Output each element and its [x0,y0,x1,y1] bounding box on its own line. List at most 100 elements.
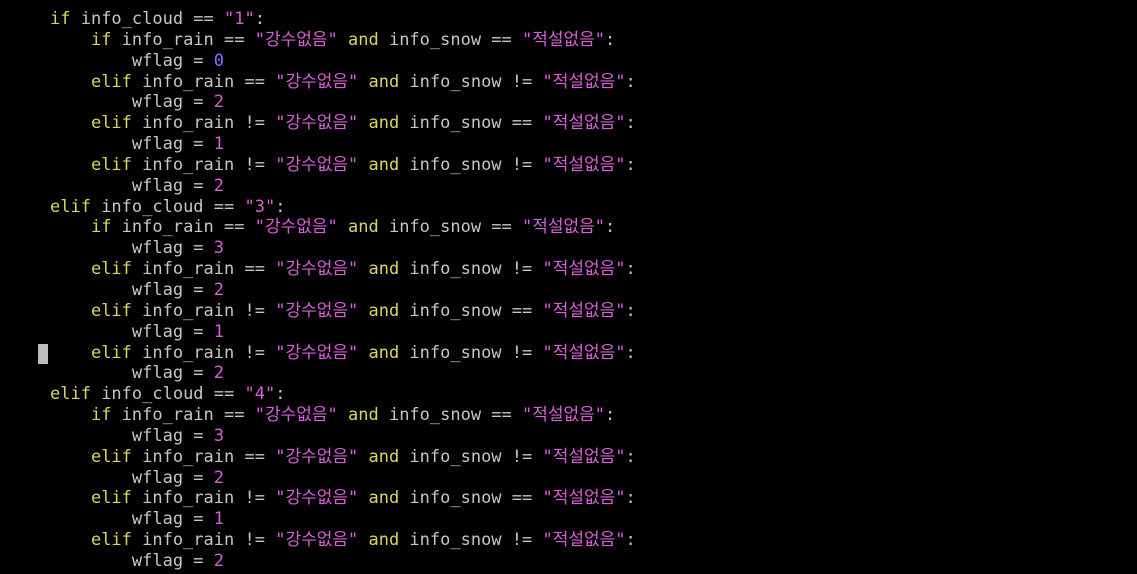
code-token: : [625,154,636,175]
code-line[interactable]: elif info_rain != "강수없음" and info_snow =… [50,113,636,134]
code-line[interactable]: elif info_rain != "강수없음" and info_snow !… [50,155,636,176]
code-line[interactable]: wflag = 2 [50,176,636,197]
code-line[interactable]: wflag = 2 [50,92,636,113]
string-literal: "적설없음" [542,488,626,509]
code-token: wflag = [131,279,214,300]
number-literal: 2 [213,175,225,196]
code-line[interactable]: elif info_cloud == "3": [50,197,636,218]
code-line[interactable]: elif info_rain == "강수없음" and info_snow !… [50,259,636,280]
code-editor[interactable]: if info_cloud == "1": if info_rain == "강… [50,9,636,572]
code-line[interactable]: elif info_rain != "강수없음" and info_snow =… [50,301,636,322]
code-token: : [625,300,636,321]
keyword-token: elif [90,342,132,363]
string-literal: "4" [244,384,276,405]
keyword-token: elif [90,300,132,321]
code-line[interactable]: elif info_rain == "강수없음" and info_snow !… [50,72,636,93]
code-token: info_snow != [399,259,543,280]
keyword-token: elif [90,530,132,551]
code-token: wflag = [131,50,214,71]
code-token: : [625,113,636,134]
code-token: info_snow == [399,488,543,509]
string-literal: "적설없음" [542,342,626,363]
code-token: info_snow != [399,342,543,363]
number-literal: 2 [213,467,225,488]
code-token: info_snow != [399,446,543,467]
code-line[interactable]: elif info_rain != "강수없음" and info_snow !… [50,530,636,551]
code-line[interactable]: elif info_cloud == "4": [50,384,636,405]
code-token: info_rain != [131,154,276,175]
code-token: : [275,196,286,217]
code-line[interactable]: wflag = 1 [50,134,636,155]
keyword-token: and [358,259,400,280]
code-token: wflag = [131,321,214,342]
code-line[interactable]: elif info_rain == "강수없음" and info_snow !… [50,447,636,468]
keyword-token: and [358,342,400,363]
code-token: info_cloud == [70,9,225,29]
keyword-token: and [358,113,400,134]
text-cursor [38,344,48,364]
keyword-token: if [90,29,112,50]
code-token: info_snow == [378,217,523,238]
string-literal: "강수없음" [275,530,359,551]
string-literal: "적설없음" [522,29,606,50]
code-token: : [254,9,265,29]
keyword-token: elif [90,488,132,509]
code-line[interactable]: wflag = 2 [50,280,636,301]
code-token: : [625,488,636,509]
keyword-token: and [337,405,379,426]
code-line[interactable]: wflag = 2 [50,468,636,489]
code-line[interactable]: wflag = 1 [50,322,636,343]
code-token: wflag = [131,425,214,446]
code-token: : [625,530,636,551]
code-token: : [625,259,636,280]
string-literal: "강수없음" [254,29,338,50]
code-line[interactable]: if info_rain == "강수없음" and info_snow == … [50,405,636,426]
code-line[interactable]: if info_rain == "강수없음" and info_snow == … [50,217,636,238]
code-token: : [275,384,286,405]
code-token: wflag = [131,467,214,488]
number-literal: 2 [213,92,225,113]
code-token: info_rain != [131,113,276,134]
code-line[interactable]: elif info_rain != "강수없음" and info_snow !… [50,343,636,364]
keyword-token: elif [50,384,91,405]
code-line[interactable]: elif info_rain != "강수없음" and info_snow =… [50,488,636,509]
string-literal: "적설없음" [542,446,626,467]
number-literal: 3 [213,238,225,259]
code-token: : [605,405,616,426]
code-line[interactable]: wflag = 2 [50,551,636,572]
code-line[interactable]: wflag = 2 [50,363,636,384]
string-literal: "적설없음" [542,300,626,321]
number-literal: 0 [213,50,225,71]
code-line[interactable]: if info_cloud == "1": [50,9,636,30]
keyword-token: elif [90,259,132,280]
code-token: info_snow != [399,71,543,92]
code-line[interactable]: wflag = 1 [50,509,636,530]
code-line[interactable]: wflag = 3 [50,426,636,447]
string-literal: "3" [244,196,276,217]
keyword-token: and [358,530,400,551]
keyword-token: and [337,217,379,238]
code-token: info_snow == [378,29,523,50]
string-literal: "강수없음" [275,446,359,467]
code-line[interactable]: wflag = 3 [50,238,636,259]
code-line[interactable]: wflag = 0 [50,51,636,72]
keyword-token: and [358,154,400,175]
code-token: info_snow == [378,405,523,426]
keyword-token: elif [90,446,132,467]
keyword-token: and [358,300,400,321]
string-literal: "강수없음" [275,488,359,509]
code-line[interactable]: if info_rain == "강수없음" and info_snow == … [50,30,636,51]
code-token: wflag = [131,550,214,571]
string-literal: "적설없음" [542,259,626,280]
code-token: wflag = [131,175,214,196]
